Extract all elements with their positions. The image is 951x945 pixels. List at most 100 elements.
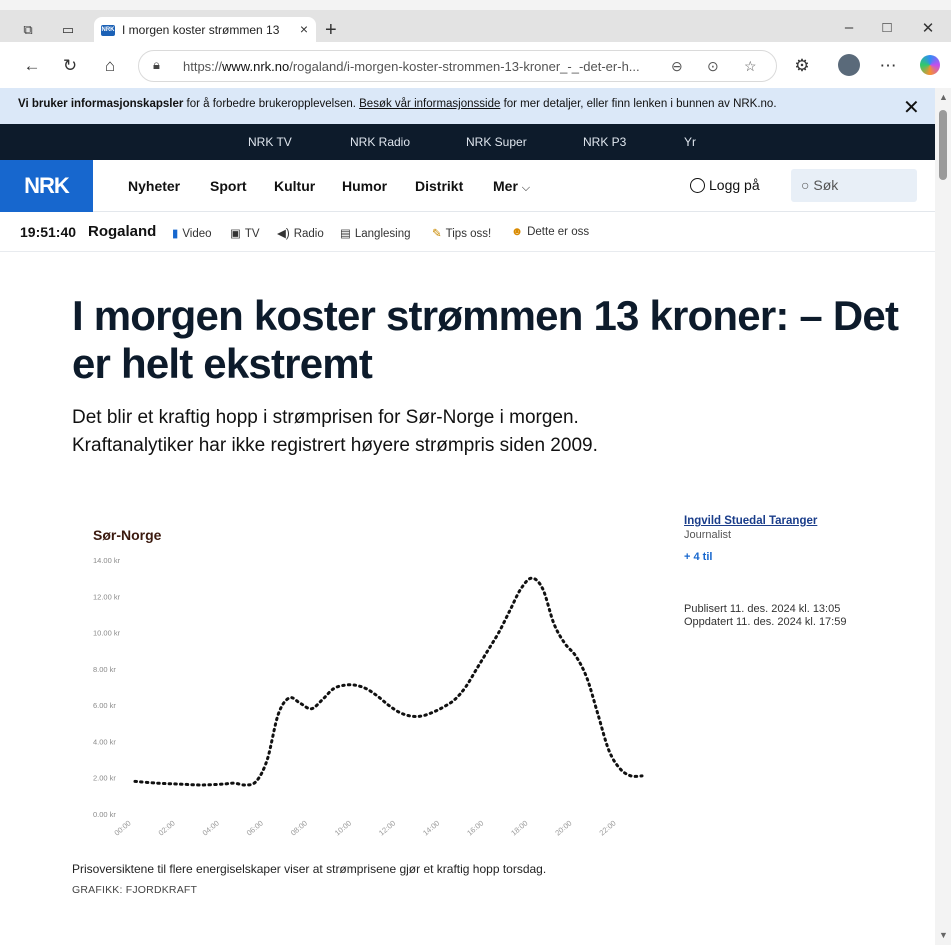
cookie-text-2: for mer detaljer, eller finn lenken i bu…: [500, 98, 777, 110]
back-icon[interactable]: ←: [22, 56, 42, 76]
login-label: Logg på: [709, 177, 760, 193]
district-region[interactable]: Rogaland: [88, 223, 156, 240]
minimize-icon[interactable]: –: [839, 19, 859, 36]
cookie-info-link[interactable]: Besøk vår informasjonsside: [359, 98, 500, 110]
author-link[interactable]: Ingvild Stuedal Taranger: [684, 515, 924, 527]
new-tab-icon[interactable]: +: [325, 19, 337, 42]
scroll-thumb[interactable]: [939, 110, 947, 180]
publish-dates: Publisert 11. des. 2024 kl. 13:05 Oppdat…: [684, 603, 924, 629]
smiley-icon: ☻: [511, 226, 524, 238]
refresh-icon[interactable]: ↻: [60, 56, 80, 76]
y-tick-label: 6.00 kr: [93, 701, 116, 710]
x-tick-label: 16:00: [465, 819, 485, 838]
tab-title: I morgen koster strømmen 13 kroner: – De…: [122, 23, 282, 37]
document-icon: ▤: [340, 228, 351, 240]
y-tick-label: 4.00 kr: [93, 737, 116, 746]
y-tick-label: 0.00 kr: [93, 810, 116, 819]
zoom-icon[interactable]: ⊖: [671, 58, 683, 75]
network-link-nrk-p3[interactable]: NRK P3: [583, 135, 626, 149]
image-credit: GRAFIKK: FJORDKRAFT: [72, 884, 198, 896]
network-link-yr[interactable]: Yr: [684, 135, 696, 149]
nav-item-humor[interactable]: Humor: [342, 178, 387, 194]
maximize-icon[interactable]: □: [877, 19, 897, 36]
district-bar: 19:51:40 Rogaland ▮ Video ▣ TV ◀) Radio ▤ La…: [0, 212, 935, 252]
price-series-line: [133, 576, 644, 787]
search-placeholder: Søk: [813, 177, 839, 193]
nav-item-sport[interactable]: Sport: [210, 178, 247, 194]
nrk-main-nav: NRK Nyheter Sport Kultur Humor Distrikt …: [0, 160, 935, 212]
network-link-nrk-radio[interactable]: NRK Radio: [350, 135, 410, 149]
x-tick-label: 00:00: [113, 819, 133, 838]
network-link-nrk-tv[interactable]: NRK TV: [248, 135, 292, 149]
price-chart: Sør-Norge 0.00 kr 2.00 kr 4.00 kr 6.00 kr 8.…: [60, 510, 660, 850]
more-authors-button[interactable]: + 4 til: [684, 551, 924, 563]
image-caption: Prisoversiktene til flere energiselskape…: [72, 862, 547, 876]
nrk-logo[interactable]: NRK: [0, 160, 93, 212]
cookie-bold-text: Vi bruker informasjonskapsler: [18, 98, 184, 110]
reading-view-icon[interactable]: ⊙: [707, 58, 719, 75]
y-tick-label: 10.00 kr: [93, 629, 121, 638]
search-icon: ○: [801, 177, 810, 193]
district-link-video[interactable]: ▮ Video: [172, 226, 212, 240]
cookie-banner: Vi bruker informasjonskapsler for å forb…: [0, 88, 935, 124]
extensions-icon[interactable]: ⚙: [792, 56, 812, 76]
favorite-star-icon[interactable]: ☆: [744, 58, 757, 75]
nav-item-nyheter[interactable]: Nyheter: [128, 178, 180, 194]
updated-date: Oppdatert 11. des. 2024 kl. 17:59: [684, 616, 847, 628]
site-info-icon[interactable]: 🔒︎: [153, 57, 160, 73]
x-tick-label: 10:00: [333, 819, 353, 838]
search-input[interactable]: ○ Søk: [791, 169, 917, 202]
tab-close-icon[interactable]: ×: [300, 21, 308, 37]
x-tick-label: 20:00: [553, 819, 573, 838]
login-button[interactable]: Logg på: [690, 177, 760, 193]
chart-svg: 0.00 kr 2.00 kr 4.00 kr 6.00 kr 8.00 kr 10.00…: [93, 556, 644, 838]
copilot-icon[interactable]: [920, 55, 940, 75]
x-tick-label: 14:00: [421, 819, 441, 838]
nrk-favicon-icon: NRK: [101, 25, 115, 36]
tv-icon: ▣: [230, 228, 241, 240]
video-icon: ▮: [172, 228, 179, 240]
browser-window: ⧉ ▭ NRK I morgen koster strømmen 13 kron…: [0, 0, 951, 945]
radio-icon: ◀): [277, 228, 290, 240]
cookie-close-icon[interactable]: ✕: [903, 95, 920, 120]
x-tick-label: 02:00: [157, 819, 177, 838]
district-link-tips[interactable]: ✎ Tips oss!: [432, 226, 491, 240]
district-clock: 19:51:40: [20, 224, 77, 240]
x-tick-label: 12:00: [377, 819, 397, 838]
home-icon[interactable]: ⌂: [100, 56, 120, 76]
x-tick-label: 22:00: [597, 819, 617, 838]
district-link-dette-er-oss[interactable]: ☻ Dette er oss: [511, 226, 589, 238]
district-link-radio[interactable]: ◀) Radio: [277, 226, 324, 240]
scroll-down-icon[interactable]: ▼: [939, 930, 948, 940]
page-scrollbar[interactable]: ▲ ▼: [935, 88, 951, 945]
y-tick-label: 2.00 kr: [93, 774, 116, 783]
x-tick-label: 08:00: [289, 819, 309, 838]
scroll-up-icon[interactable]: ▲: [939, 92, 948, 102]
user-icon: [690, 178, 705, 193]
tab-active[interactable]: NRK I morgen koster strømmen 13 kroner: …: [94, 17, 316, 45]
chevron-down-icon: ⌵: [521, 182, 531, 194]
y-tick-label: 12.00 kr: [93, 592, 121, 601]
address-bar-row: ← ↻ ⌂ 🔒︎ https://www.nrk.no/rogaland/i-m…: [0, 42, 951, 88]
url-field[interactable]: 🔒︎ https://www.nrk.no/rogaland/i-morgen-…: [138, 50, 777, 82]
y-tick-label: 8.00 kr: [93, 665, 116, 674]
pencil-icon: ✎: [432, 228, 442, 240]
district-link-tv[interactable]: ▣ TV: [230, 226, 260, 240]
tab-actions-icon[interactable]: ▭: [60, 22, 76, 38]
profile-avatar[interactable]: [838, 54, 860, 76]
article-headline: I morgen koster strømmen 13 kroner: – De…: [72, 292, 899, 387]
district-link-langlesing[interactable]: ▤ Langlesing: [340, 226, 411, 240]
x-tick-label: 04:00: [201, 819, 221, 838]
x-tick-label: 06:00: [245, 819, 265, 838]
network-link-nrk-super[interactable]: NRK Super: [466, 135, 527, 149]
window-close-icon[interactable]: ✕: [918, 19, 938, 37]
y-tick-label: 14.00 kr: [93, 556, 121, 565]
article-lead: Det blir et kraftig hopp i strømprisen f…: [72, 407, 598, 456]
tab-bar: ⧉ ▭ NRK I morgen koster strømmen 13 kron…: [0, 0, 951, 45]
workspaces-icon[interactable]: ⧉: [20, 22, 36, 38]
nav-item-distrikt[interactable]: Distrikt: [415, 178, 463, 194]
more-menu-icon[interactable]: ⋯: [878, 56, 898, 76]
cookie-text: for å forbedre brukeropplevelsen.: [183, 98, 360, 110]
nav-item-kultur[interactable]: Kultur: [274, 178, 315, 194]
nav-item-mer[interactable]: Mer ⌵: [493, 178, 530, 195]
